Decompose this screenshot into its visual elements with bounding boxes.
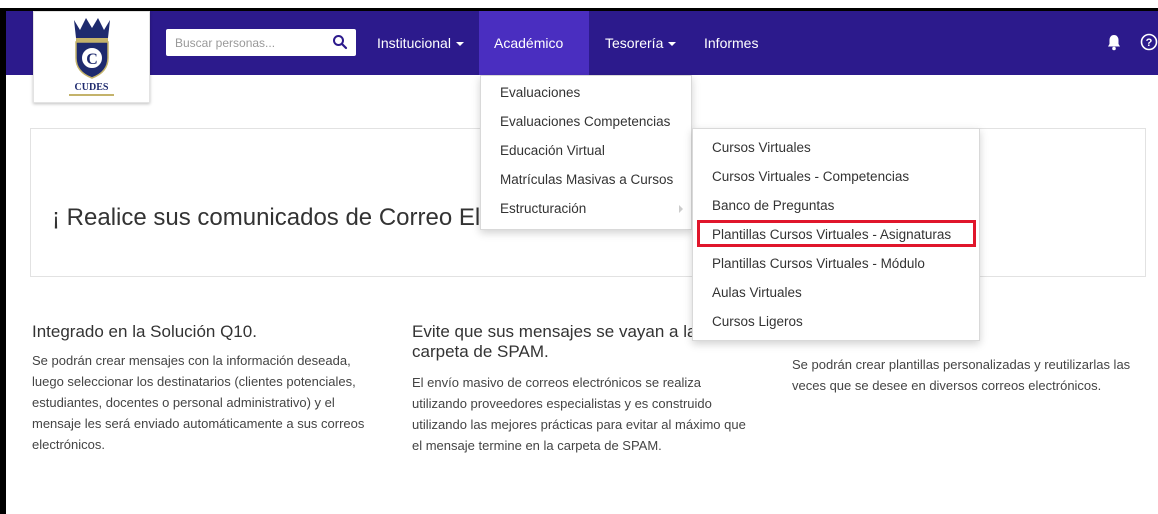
menu-item-evaluaciones[interactable]: Evaluaciones — [481, 78, 691, 107]
nav-tesoreria-label: Tesorería — [605, 35, 664, 51]
highlight-box — [697, 220, 976, 247]
feature-heading: Integrado en la Solución Q10. — [32, 322, 257, 341]
feature-column-2: Evite que sus mensajes se vayan a la car… — [412, 322, 747, 456]
academico-dropdown: Evaluaciones Evaluaciones Competencias E… — [480, 75, 692, 230]
feature-column-1: Integrado en la Solución Q10. Se podrán … — [32, 322, 382, 455]
menu-item-educacion-virtual[interactable]: Educación Virtual — [481, 136, 691, 165]
logo[interactable]: C CUDES — [33, 11, 150, 103]
help-icon[interactable]: ? — [1140, 33, 1158, 51]
educacion-virtual-submenu: Cursos Virtuales Cursos Virtuales - Comp… — [692, 128, 980, 341]
search-box — [166, 29, 356, 56]
menu-item-plantillas-modulo[interactable]: Plantillas Cursos Virtuales - Módulo — [693, 249, 979, 278]
nav-tesoreria[interactable]: Tesorería — [590, 11, 691, 75]
feature-body: Se podrán crear mensajes con la informac… — [32, 353, 365, 452]
logo-text: CUDES — [74, 82, 109, 93]
search-icon[interactable] — [332, 34, 348, 50]
window-left-border — [0, 8, 6, 514]
nav-academico-label: Académico — [494, 35, 564, 51]
nav-informes[interactable]: Informes — [689, 11, 773, 75]
svg-text:C: C — [86, 51, 98, 68]
menu-item-estructuracion-label: Estructuración — [500, 201, 587, 216]
nav-institucional-label: Institucional — [377, 35, 451, 51]
chevron-right-icon — [679, 205, 683, 213]
search-input[interactable] — [166, 29, 316, 56]
nav-institucional[interactable]: Institucional — [362, 11, 479, 75]
menu-item-aulas-virtuales[interactable]: Aulas Virtuales — [693, 278, 979, 307]
feature-body: El envío masivo de correos electrónicos … — [412, 375, 746, 453]
crown-shield-icon: C — [73, 18, 110, 79]
menu-item-cursos-ligeros[interactable]: Cursos Ligeros — [693, 307, 979, 336]
svg-text:?: ? — [1146, 37, 1153, 49]
caret-down-icon — [455, 42, 464, 47]
menu-item-estructuracion[interactable]: Estructuración — [481, 194, 691, 223]
nav-academico[interactable]: Académico — [479, 11, 589, 111]
menu-item-cursos-virtuales-competencias[interactable]: Cursos Virtuales - Competencias — [693, 162, 979, 191]
menu-item-banco-preguntas[interactable]: Banco de Preguntas — [693, 191, 979, 220]
feature-body: Se podrán crear plantillas personalizada… — [792, 357, 1131, 393]
bell-icon[interactable] — [1107, 34, 1121, 51]
nav-informes-label: Informes — [704, 35, 759, 51]
caret-down-icon — [668, 42, 677, 47]
menu-item-cursos-virtuales[interactable]: Cursos Virtuales — [693, 133, 979, 162]
menu-item-plantillas-asignaturas[interactable]: Plantillas Cursos Virtuales - Asignatura… — [693, 220, 979, 249]
hero-title: ¡ Realice sus comunicados de Correo El — [52, 204, 481, 231]
menu-item-evaluaciones-competencias[interactable]: Evaluaciones Competencias — [481, 107, 691, 136]
menu-item-matriculas-masivas[interactable]: Matrículas Masivas a Cursos — [481, 165, 691, 194]
logo-underline — [69, 94, 114, 96]
